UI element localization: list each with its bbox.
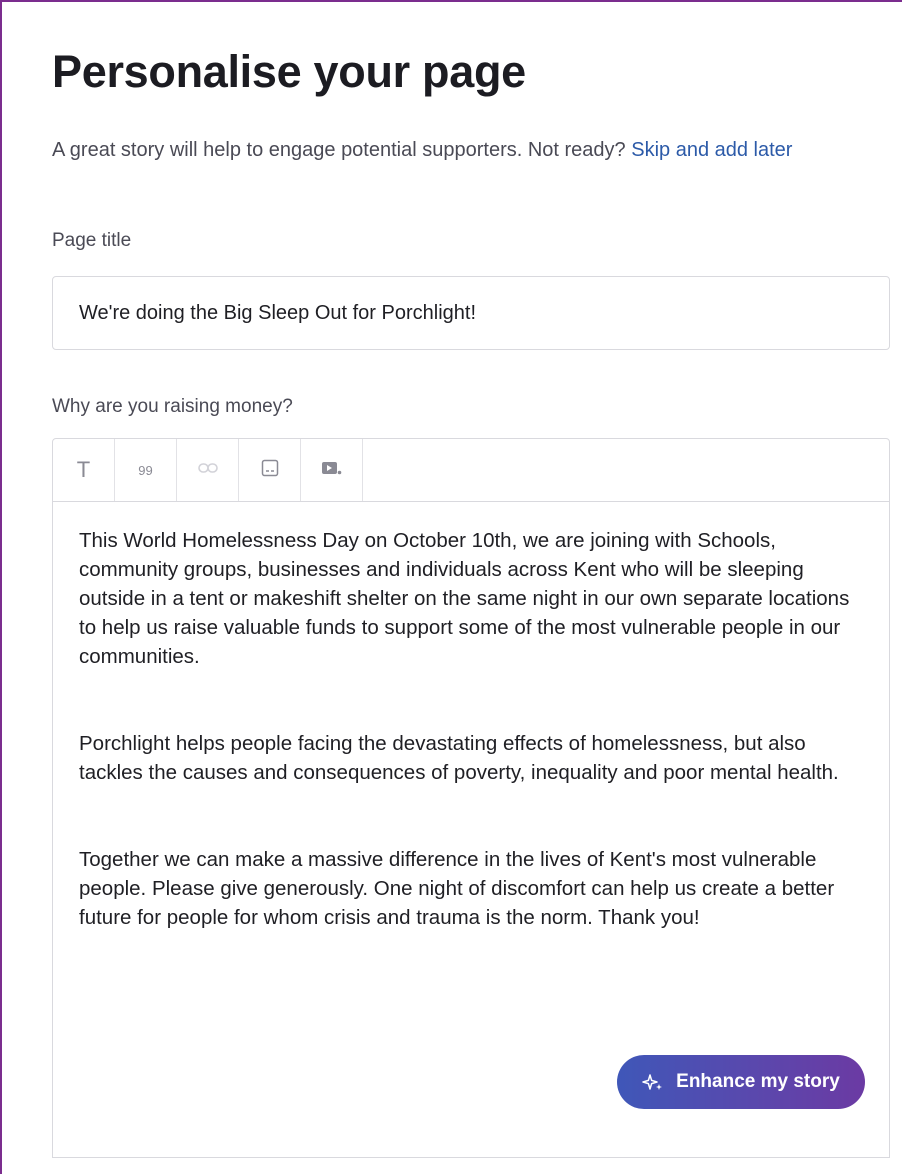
- enhance-my-story-label: Enhance my story: [676, 1071, 840, 1092]
- skip-and-add-later-link[interactable]: Skip and add later: [631, 139, 792, 161]
- image-button[interactable]: [239, 439, 301, 501]
- story-paragraph: This World Homelessness Day on October 1…: [79, 529, 850, 668]
- quote-icon: 99: [138, 462, 153, 478]
- story-editor[interactable]: T 99 This World Homelessness Day on Octo…: [52, 438, 890, 1158]
- story-text[interactable]: This World Homelessness Day on October 1…: [53, 502, 889, 932]
- story-label: Why are you raising money?: [52, 396, 293, 417]
- text-format-button[interactable]: T: [53, 439, 115, 501]
- page-title: Personalise your page: [52, 46, 526, 97]
- video-button[interactable]: [301, 439, 363, 501]
- quote-button[interactable]: 99: [115, 439, 177, 501]
- personalise-form: Personalise your page A great story will…: [52, 42, 890, 1158]
- link-icon: [197, 461, 218, 479]
- intro-description: A great story will help to engage potent…: [52, 139, 632, 161]
- link-button[interactable]: [177, 439, 239, 501]
- enhance-my-story-button[interactable]: Enhance my story: [617, 1055, 865, 1109]
- page-frame: Personalise your page A great story will…: [0, 0, 902, 1174]
- page-title-input[interactable]: We're doing the Big Sleep Out for Porchl…: [52, 276, 890, 350]
- editor-toolbar: T 99: [53, 439, 889, 502]
- intro-text: A great story will help to engage potent…: [52, 134, 872, 166]
- page-title-input-value: We're doing the Big Sleep Out for Porchl…: [79, 301, 477, 324]
- page-title-label: Page title: [52, 230, 132, 251]
- video-icon: [321, 460, 343, 481]
- text-format-icon: T: [76, 457, 91, 482]
- sparkle-icon: [642, 1072, 664, 1092]
- story-paragraph: Porchlight helps people facing the devas…: [79, 732, 839, 784]
- story-paragraph: Together we can make a massive differenc…: [79, 848, 835, 929]
- image-icon: [261, 459, 279, 482]
